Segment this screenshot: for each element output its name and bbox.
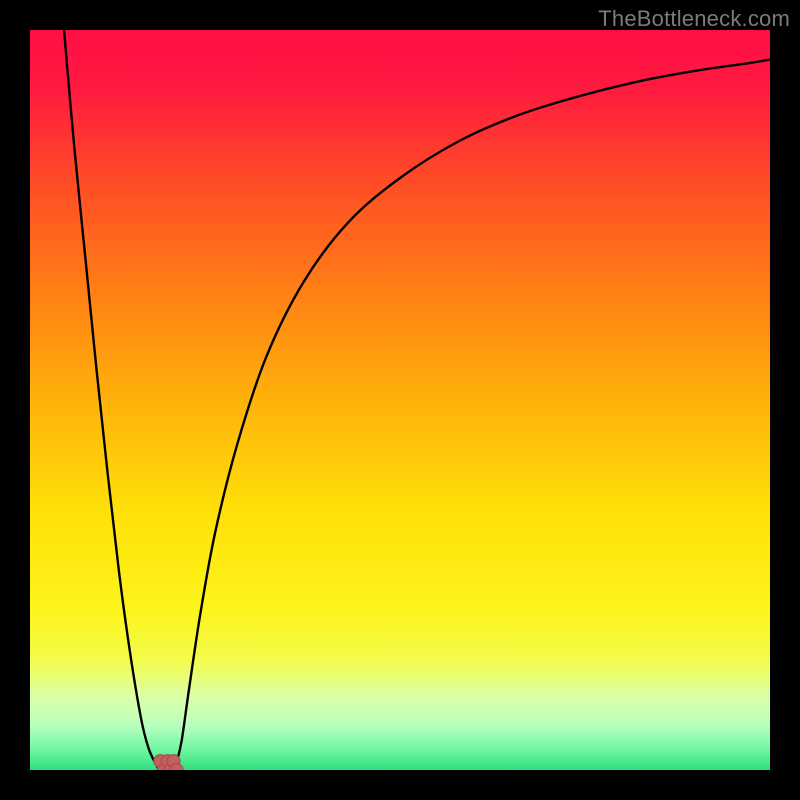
gradient-background [30, 30, 770, 770]
attribution-text: TheBottleneck.com [598, 6, 790, 32]
chart-svg [30, 30, 770, 770]
outer-frame: TheBottleneck.com [0, 0, 800, 800]
plot-area [30, 30, 770, 770]
curve-markers [154, 755, 183, 770]
